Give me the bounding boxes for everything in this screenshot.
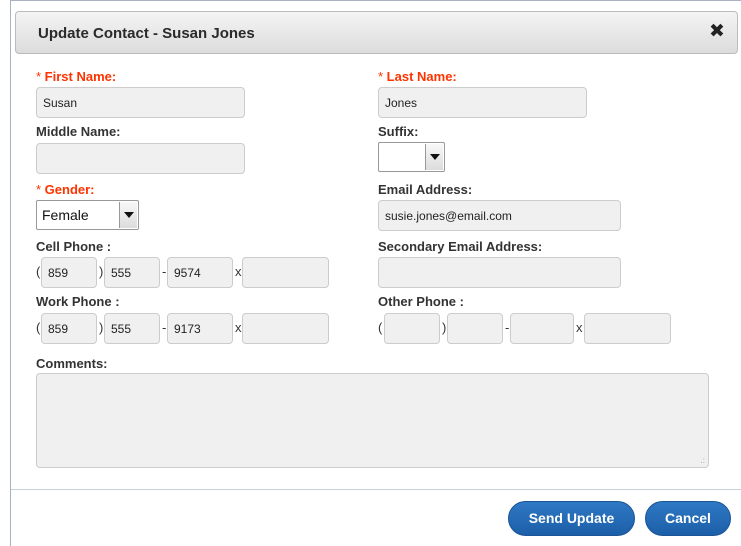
last-name-label: * Last Name: (378, 69, 457, 84)
work-phone-prefix-input[interactable] (104, 313, 160, 344)
dash: - (505, 320, 510, 335)
required-marker: * (378, 69, 387, 84)
secondary-email-label: Secondary Email Address: (378, 239, 543, 254)
work-phone-area-input[interactable] (41, 313, 97, 344)
suffix-select[interactable] (378, 142, 445, 172)
open-paren: ( (36, 320, 41, 335)
email-label: Email Address: (378, 182, 473, 197)
cell-phone-label: Cell Phone : (36, 239, 112, 254)
first-name-input[interactable] (36, 87, 245, 118)
close-paren: ) (99, 320, 104, 335)
other-phone-prefix-input[interactable] (447, 313, 503, 344)
dialog-titlebar: Update Contact - Susan Jones ✖ (15, 11, 738, 54)
required-marker: * (36, 182, 45, 197)
gender-selected-value: Female (42, 207, 89, 223)
work-phone-label: Work Phone : (36, 294, 120, 309)
gender-label: * Gender: (36, 182, 95, 197)
close-paren: ) (442, 320, 447, 335)
dash: - (162, 320, 167, 335)
comments-wrapper: .: (36, 373, 709, 468)
cell-phone-line-input[interactable] (167, 257, 233, 288)
cell-phone-area-input[interactable] (41, 257, 97, 288)
dialog-title: Update Contact - Susan Jones (38, 25, 255, 42)
footer-divider (11, 489, 741, 490)
other-phone-line-input[interactable] (510, 313, 574, 344)
open-paren: ( (378, 320, 383, 335)
gender-label-text: Gender: (44, 182, 95, 197)
cell-phone-prefix-input[interactable] (104, 257, 160, 288)
last-name-input[interactable] (378, 87, 587, 118)
ext-separator: x (576, 320, 583, 335)
secondary-email-input[interactable] (378, 257, 621, 288)
ext-separator: x (235, 320, 242, 335)
last-name-label-text: Last Name: (386, 69, 457, 84)
email-input[interactable] (378, 200, 621, 231)
cell-phone-ext-input[interactable] (242, 257, 329, 288)
gender-select[interactable]: Female (36, 200, 139, 230)
resize-grip-icon[interactable]: .: (701, 456, 705, 465)
first-name-label: * First Name: (36, 69, 116, 84)
cancel-button[interactable]: Cancel (645, 501, 731, 536)
other-phone-label: Other Phone : (378, 294, 464, 309)
work-phone-line-input[interactable] (167, 313, 233, 344)
required-marker: * (36, 69, 45, 84)
chevron-down-icon[interactable] (425, 144, 443, 170)
work-phone-ext-input[interactable] (242, 313, 329, 344)
middle-name-label: Middle Name: (36, 124, 121, 139)
open-paren: ( (36, 264, 41, 279)
comments-textarea[interactable] (36, 373, 709, 468)
update-contact-dialog: Update Contact - Susan Jones ✖ * First N… (10, 0, 741, 546)
dash: - (162, 264, 167, 279)
comments-label: Comments: (36, 356, 108, 371)
close-paren: ) (99, 264, 104, 279)
middle-name-input[interactable] (36, 143, 245, 174)
ext-separator: x (235, 264, 242, 279)
other-phone-area-input[interactable] (384, 313, 440, 344)
close-icon[interactable]: ✖ (707, 22, 727, 42)
suffix-label: Suffix: (378, 124, 419, 139)
first-name-label-text: First Name: (44, 69, 117, 84)
send-update-button[interactable]: Send Update (508, 501, 635, 536)
other-phone-ext-input[interactable] (584, 313, 671, 344)
chevron-down-icon[interactable] (119, 202, 137, 228)
